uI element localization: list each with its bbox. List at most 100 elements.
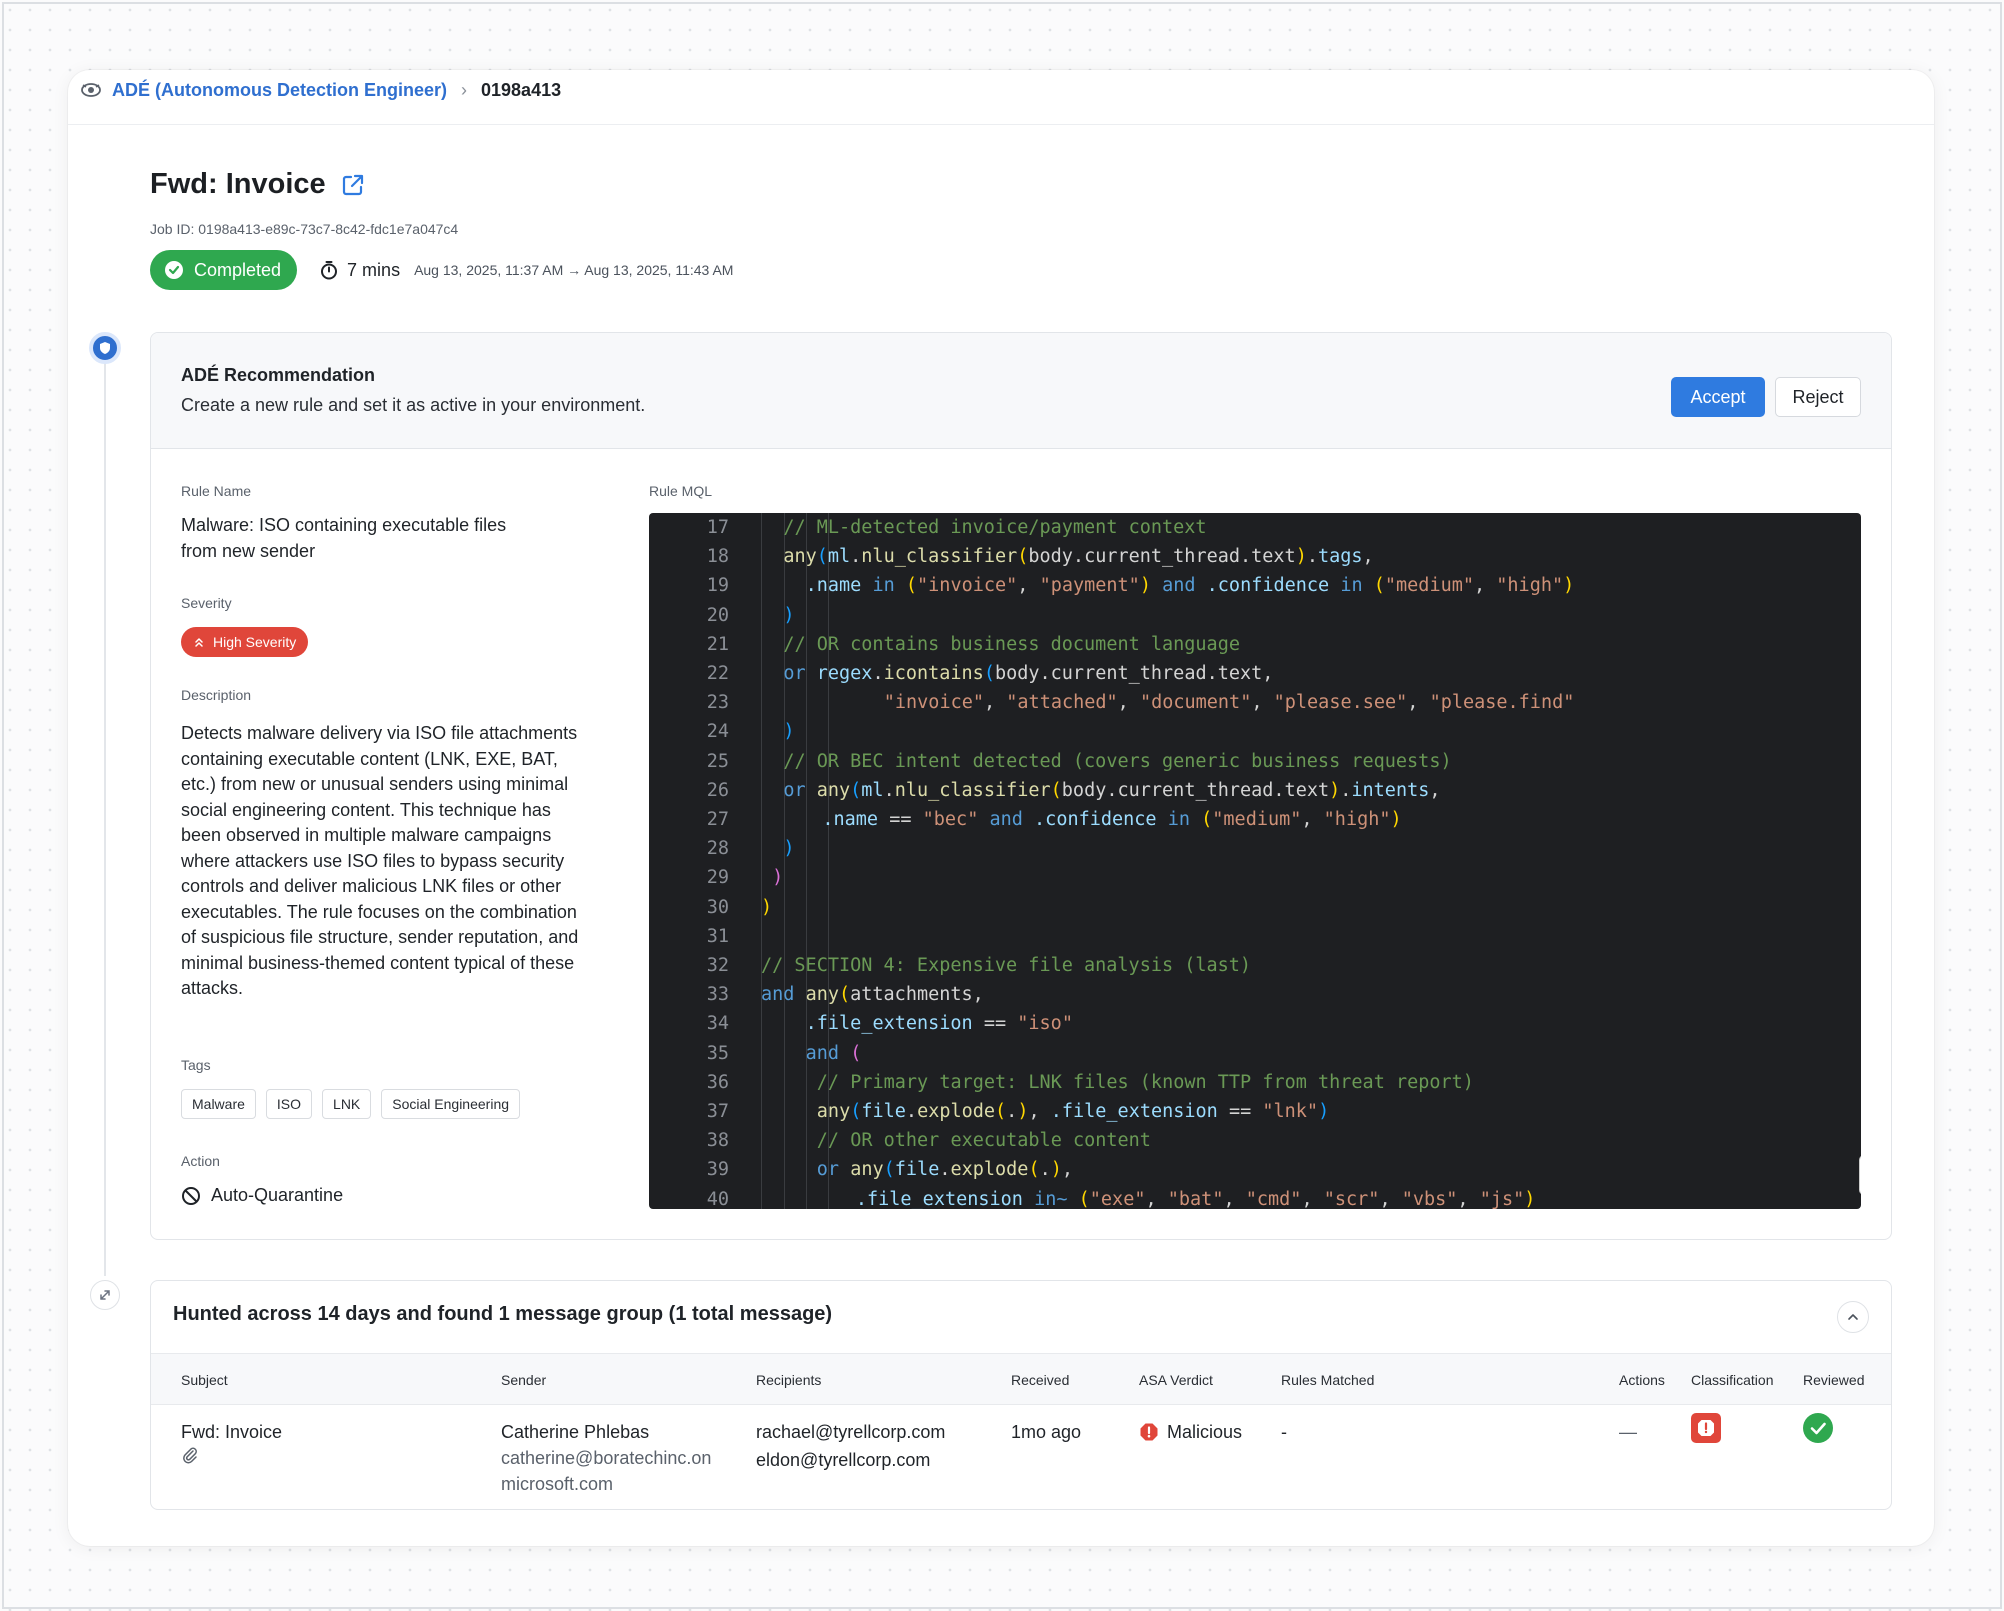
- line-number: 31: [706, 925, 729, 947]
- check-circle-icon: [164, 260, 184, 280]
- row-actions[interactable]: —: [1619, 1419, 1637, 1445]
- col-sender[interactable]: Sender: [501, 1372, 546, 1388]
- status-badge: Completed: [150, 250, 298, 290]
- code-line: 21 // OR contains business document langu…: [649, 630, 1861, 659]
- severity-label: Severity: [181, 595, 232, 611]
- verdict-value: Malicious: [1167, 1422, 1243, 1442]
- line-number: 23: [706, 692, 729, 714]
- col-classification[interactable]: Classification: [1691, 1372, 1773, 1388]
- description: Detects malware delivery via ISO file at…: [181, 723, 579, 998]
- code-text: or regex.icontains(body.current_thread.t…: [783, 663, 1274, 684]
- code-line: 40 .file_extension in~ ("exe", "bat", "cm…: [649, 1185, 1861, 1209]
- accept-button[interactable]: Accept: [1671, 377, 1765, 417]
- ade-logo-icon: [80, 79, 102, 101]
- status-label: Completed: [194, 259, 282, 280]
- code-line: 22 or regex.icontains(body.current_thread…: [649, 659, 1861, 688]
- breadcrumb: ADÉ (Autonomous Detection Engineer) › 01…: [80, 76, 561, 104]
- severity-badge: High Severity: [181, 627, 309, 657]
- chevrons-up-icon: [193, 636, 205, 648]
- tags-label: Tags: [181, 1057, 211, 1073]
- duration-value: 7 mins: [347, 259, 401, 280]
- description-label: Description: [181, 687, 252, 703]
- code-line: 18 any(ml.nlu_classifier(body.current_thr…: [649, 542, 1861, 571]
- tag: Malware: [181, 1089, 256, 1119]
- breadcrumb-app-link[interactable]: ADÉ (Autonomous Detection Engineer): [112, 80, 447, 101]
- tag: LNK: [322, 1089, 372, 1119]
- code-text: // Primary target: LNK files (known TTP …: [816, 1071, 1474, 1093]
- rule-name-label: Rule Name: [181, 483, 252, 499]
- code-text: .file_extension in~ ("exe", "bat", "cmd"…: [855, 1188, 1536, 1209]
- code-line: 23 "invoice", "attached", "document", "pl…: [649, 688, 1861, 717]
- code-line: 36 // Primary target: LNK files (known TT…: [649, 1068, 1861, 1097]
- code-line: 31: [649, 922, 1861, 951]
- tags-list: Malware ISO LNK Social Engineering: [181, 1089, 521, 1119]
- code-text: and any(attachments,: [761, 984, 984, 1006]
- breadcrumb-divider: [68, 124, 1934, 125]
- code-text: .file_extension == "iso": [805, 1013, 1073, 1035]
- row-recipient: rachael@tyrellcorp.com: [756, 1422, 946, 1442]
- line-number: 32: [706, 955, 729, 976]
- code-line: 37 any(file.explode(.), .file_extension =…: [649, 1097, 1861, 1126]
- reviewed-check-icon[interactable]: [1803, 1413, 1833, 1450]
- code-editor[interactable]: 17 // ML-detected invoice/payment context…: [649, 513, 1861, 1209]
- block-icon: [181, 1186, 201, 1206]
- line-number: 35: [706, 1042, 729, 1064]
- rule-name: Malware: ISO containing executable files…: [181, 515, 507, 561]
- collapse-button[interactable]: [1837, 1301, 1869, 1333]
- code-text: or any(file.explode(.),: [816, 1159, 1074, 1181]
- recommendation-panel: ADÉ Recommendation Create a new rule and…: [150, 332, 1892, 1240]
- code-text: ): [761, 896, 773, 918]
- line-number: 17: [706, 517, 729, 538]
- row-verdict: Malicious: [1139, 1419, 1242, 1445]
- recommendation-header: ADÉ Recommendation Create a new rule and…: [151, 333, 1891, 449]
- line-number: 34: [706, 1013, 729, 1035]
- code-line: 20): [649, 601, 1861, 630]
- col-recipients[interactable]: Recipients: [756, 1372, 821, 1388]
- tag: ISO: [265, 1089, 313, 1119]
- title-row: Fwd: Invoice: [150, 168, 366, 201]
- time-range: Aug 13, 2025, 11:37 AM → Aug 13, 2025, 1…: [414, 262, 734, 278]
- external-link-icon[interactable]: [340, 172, 366, 198]
- breadcrumb-current: 0198a413: [481, 79, 562, 100]
- line-number: 24: [706, 721, 729, 743]
- col-rules[interactable]: Rules Matched: [1281, 1372, 1374, 1388]
- line-number: 37: [706, 1101, 729, 1122]
- code-line: 38 // OR other executable content: [649, 1126, 1861, 1155]
- col-verdict[interactable]: ASA Verdict: [1139, 1372, 1213, 1388]
- timeline-line: [104, 356, 106, 1276]
- code-text: ): [772, 867, 784, 889]
- line-number: 27: [706, 809, 729, 830]
- line-number: 36: [706, 1071, 729, 1093]
- code-text: // OR contains business document languag…: [783, 633, 1240, 655]
- tag: Social Engineering: [381, 1089, 521, 1119]
- code-line: 19 .name in ("invoice", "payment") and .c…: [649, 571, 1861, 600]
- line-number: 26: [706, 779, 729, 801]
- row-received: 1mo ago: [1011, 1422, 1082, 1442]
- shield-icon: [89, 332, 121, 364]
- action-value: Auto-Quarantine: [211, 1185, 344, 1205]
- code-text: ): [783, 838, 795, 860]
- code-text: any(file.explode(.), .file_extension == …: [816, 1101, 1330, 1122]
- classification-malicious-icon[interactable]: [1691, 1413, 1721, 1450]
- code-line: 17 // ML-detected invoice/payment context: [649, 513, 1861, 542]
- severity-value: High Severity: [213, 634, 297, 650]
- duration: 7 mins: [319, 260, 400, 281]
- reject-button[interactable]: Reject: [1775, 377, 1861, 417]
- code-text: or any(ml.nlu_classifier(body.current_th…: [783, 779, 1441, 801]
- code-line: 30): [649, 893, 1861, 922]
- col-actions[interactable]: Actions: [1619, 1372, 1665, 1388]
- copy-button[interactable]: [1859, 1155, 1861, 1195]
- row-sender-name: Catherine Phlebas: [501, 1422, 650, 1442]
- code-line: 27 .name == "bec" and .confidence in ("me…: [649, 805, 1861, 834]
- table-header: Subject Sender Recipients Received ASA V…: [151, 1353, 1891, 1405]
- line-number: 30: [706, 896, 729, 918]
- col-subject[interactable]: Subject: [181, 1372, 228, 1388]
- recommendation-title: ADÉ Recommendation: [181, 365, 376, 385]
- rule-mql-label: Rule MQL: [649, 483, 713, 499]
- row-sender-email-cont: microsoft.com: [501, 1474, 614, 1494]
- recommendation-subtitle: Create a new rule and set it as active i…: [181, 395, 646, 415]
- row-subject[interactable]: Fwd: Invoice: [181, 1419, 282, 1445]
- code-text: // OR BEC intent detected (covers generi…: [783, 750, 1452, 772]
- col-reviewed[interactable]: Reviewed: [1803, 1372, 1864, 1388]
- col-received[interactable]: Received: [1011, 1372, 1069, 1388]
